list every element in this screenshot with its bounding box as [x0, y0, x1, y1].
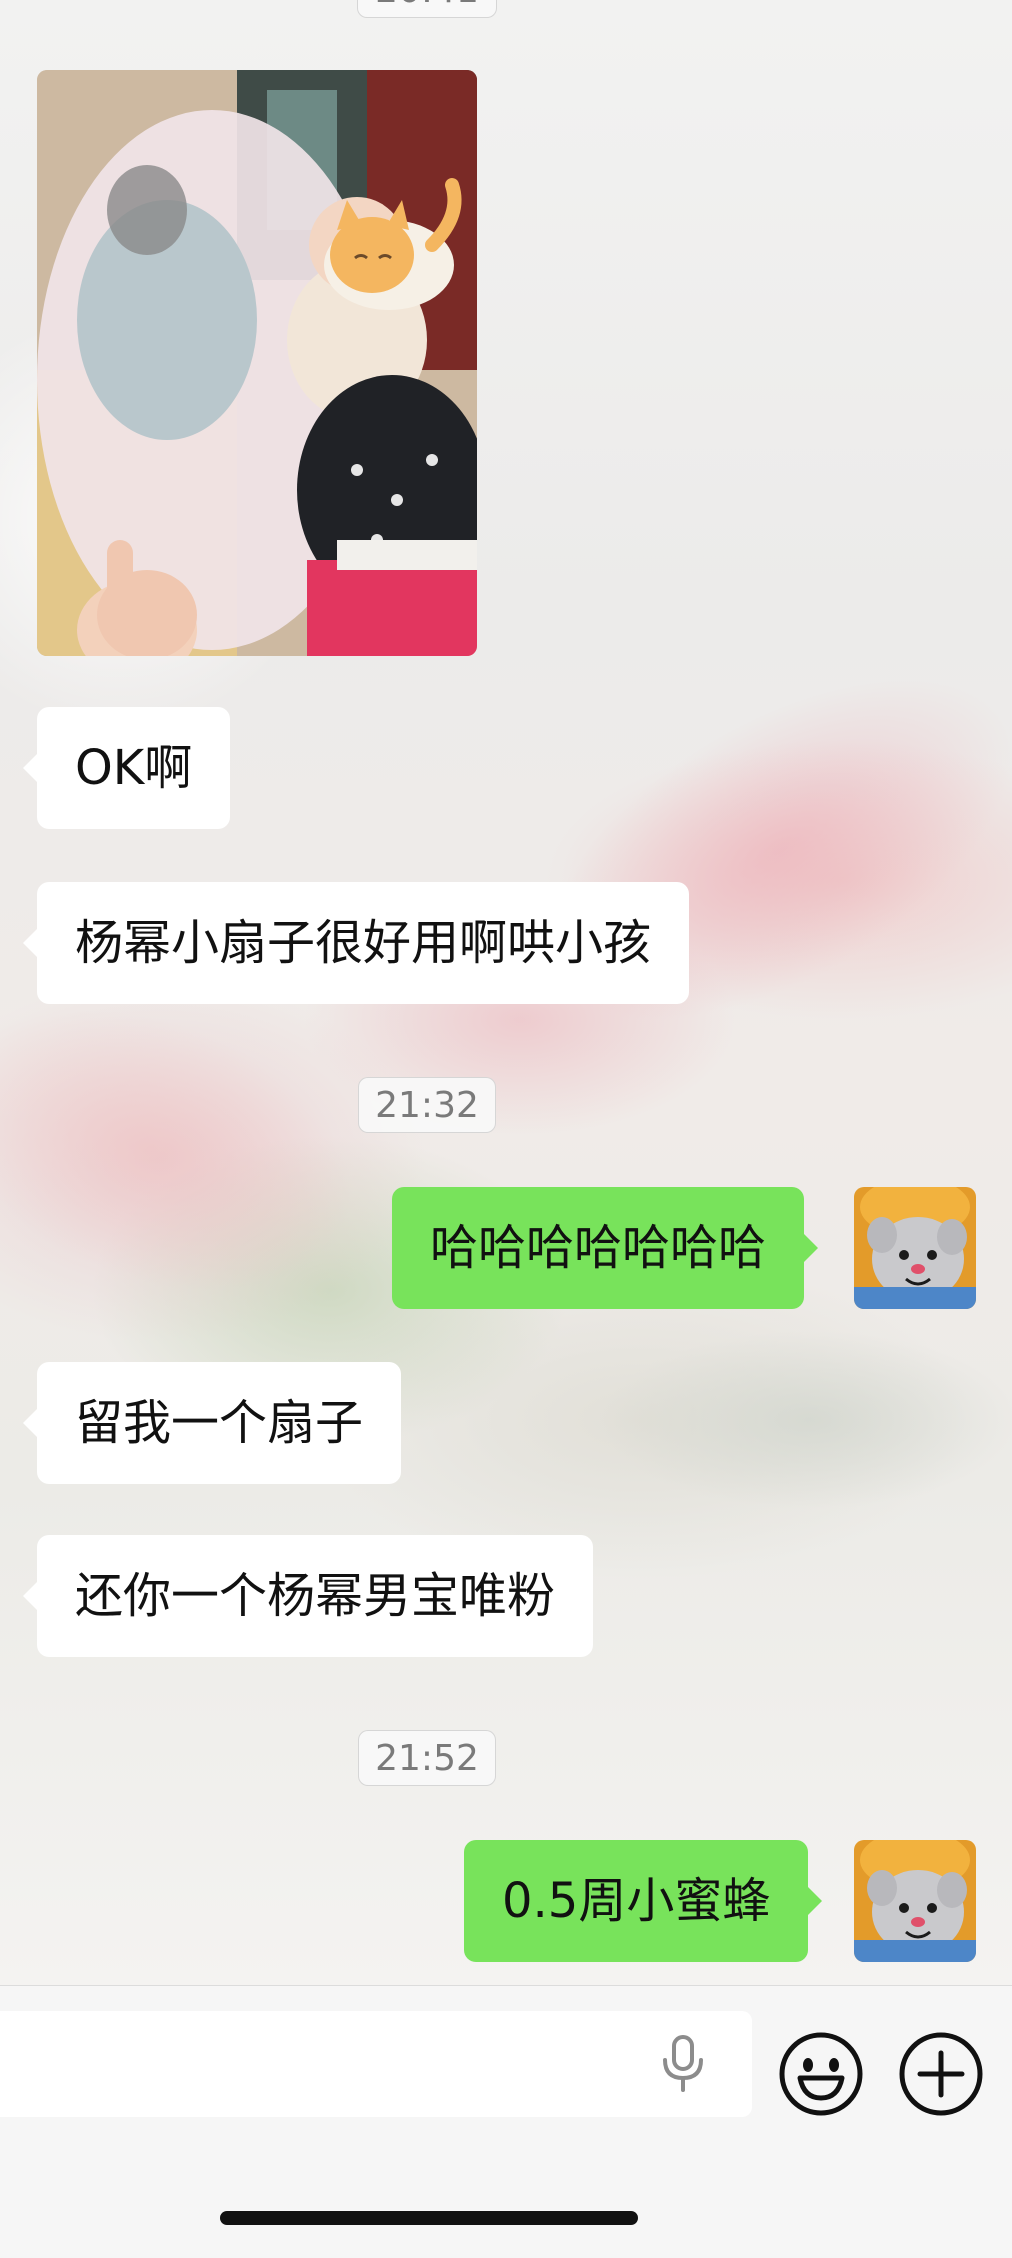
avatar[interactable] [854, 1840, 976, 1962]
message-input[interactable] [0, 2011, 752, 2117]
timestamp: 21:52 [358, 1730, 496, 1786]
wallpaper-decoration [489, 607, 1012, 1093]
message-bubble-incoming[interactable]: 留我一个扇子 [22, 1362, 402, 1484]
timestamp-top-partial: 20:41 [357, 0, 497, 18]
message-bubble-outgoing[interactable]: 哈哈哈哈哈哈哈 [392, 1187, 819, 1309]
wallpaper-decoration [600, 1330, 1012, 1510]
plus-circle-icon[interactable] [898, 2031, 984, 2117]
smiley-icon[interactable] [778, 2031, 864, 2117]
photo-content [37, 70, 477, 656]
chat-message-list[interactable]: 20:41 [0, 0, 1012, 1985]
home-indicator[interactable] [220, 2211, 638, 2225]
plush-avatar-image [854, 1840, 976, 1962]
microphone-icon[interactable] [655, 2034, 711, 2094]
message-bubble-incoming[interactable]: OK啊 [22, 707, 231, 829]
photo-message[interactable] [37, 70, 477, 656]
message-bubble-incoming[interactable]: 还你一个杨幂男宝唯粉 [22, 1535, 594, 1657]
timestamp: 21:32 [358, 1077, 496, 1133]
wallpaper-decoration [0, 956, 392, 1344]
message-bubble-outgoing[interactable]: 0.5周小蜜蜂 [464, 1840, 823, 1962]
message-bubble-incoming[interactable]: 杨幂小扇子很好用啊哄小孩 [22, 882, 690, 1004]
plush-avatar-image [854, 1187, 976, 1309]
avatar[interactable] [854, 1187, 976, 1309]
